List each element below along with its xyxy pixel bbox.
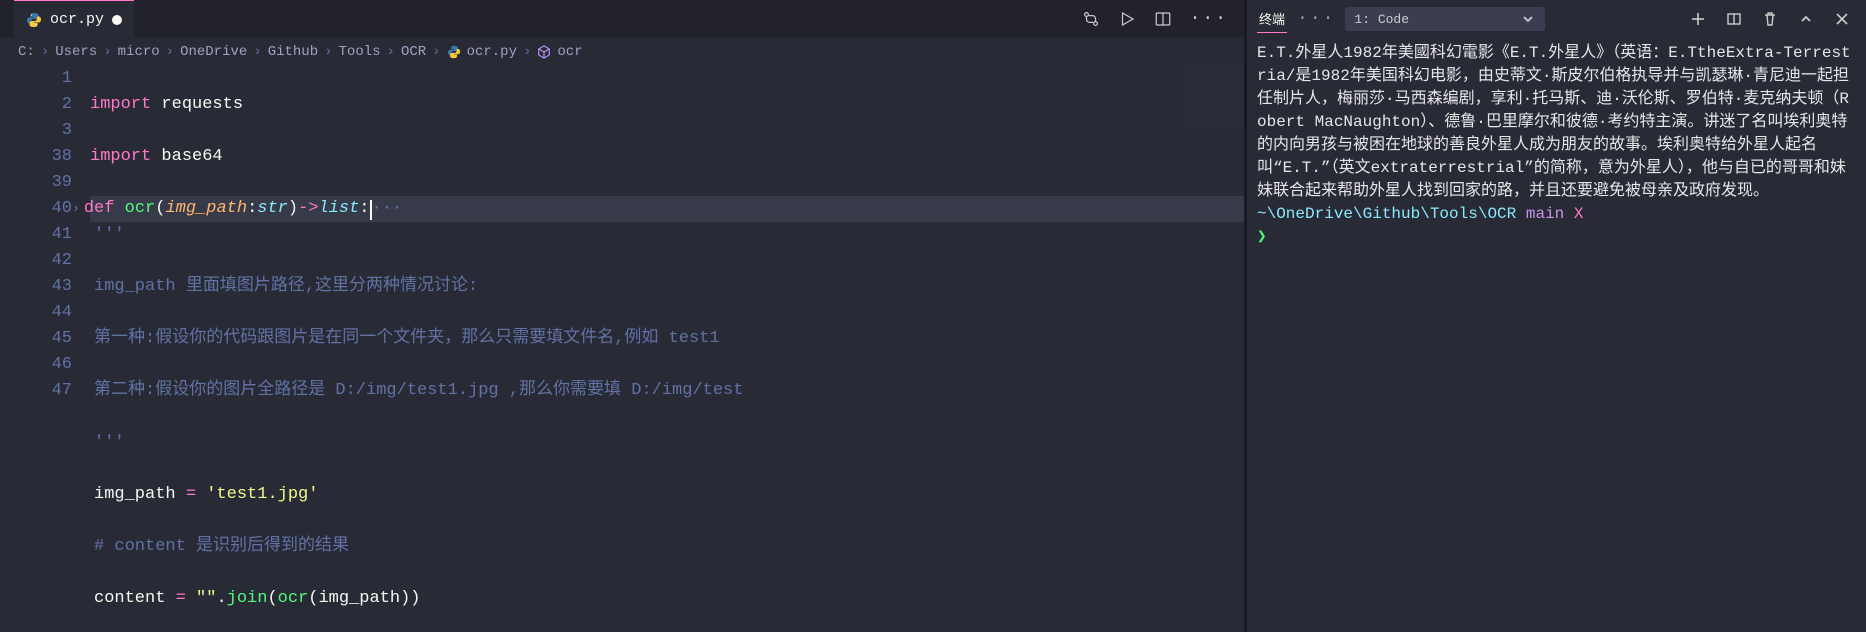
split-editor-icon[interactable]	[1154, 10, 1172, 28]
breadcrumb-part[interactable]: Users	[55, 44, 97, 60]
breadcrumb-file[interactable]: ocr.py	[467, 44, 517, 60]
panel-more-icon[interactable]: ···	[1297, 9, 1335, 29]
chevron-up-icon[interactable]	[1798, 11, 1814, 27]
python-icon	[26, 12, 42, 28]
terminal-output: E.T.外星人1982年美國科幻電影《E.T.外星人》（英语：E.TtheExt…	[1257, 42, 1854, 203]
terminal-select-label: 1: Code	[1354, 12, 1409, 27]
breadcrumb[interactable]: C:› Users› micro› OneDrive› Github› Tool…	[0, 38, 1244, 66]
editor-tabbar: ocr.py ···	[0, 0, 1244, 38]
tab-filename: ocr.py	[50, 11, 104, 28]
chevron-down-icon	[1520, 11, 1536, 27]
line-gutter: 1 2 3 38 39 40 41 42 43 44 45 46 47	[0, 66, 90, 632]
trash-icon[interactable]	[1762, 11, 1778, 27]
fold-icon[interactable]: ›	[72, 201, 80, 216]
close-icon[interactable]	[1834, 11, 1850, 27]
tab-ocr-py[interactable]: ocr.py	[14, 0, 134, 38]
breadcrumb-part[interactable]: Github	[268, 44, 318, 60]
terminal-prompt-line: ~\OneDrive\Github\Tools\OCR main X	[1257, 203, 1854, 226]
breadcrumb-part[interactable]: micro	[118, 44, 160, 60]
terminal-prompt: ❯	[1257, 228, 1267, 246]
editor[interactable]: 1 2 3 38 39 40 41 42 43 44 45 46 47 impo…	[0, 66, 1244, 632]
code-content[interactable]: import requests import base64 ›def ocr(i…	[90, 66, 1244, 632]
breadcrumb-part[interactable]: OneDrive	[180, 44, 247, 60]
terminal[interactable]: E.T.外星人1982年美國科幻電影《E.T.外星人》（英语：E.TtheExt…	[1247, 38, 1866, 632]
symbol-method-icon	[537, 45, 551, 59]
more-actions-icon[interactable]: ···	[1190, 9, 1228, 29]
breadcrumb-symbol[interactable]: ocr	[557, 44, 582, 60]
panel-tab-terminal[interactable]: 终端	[1257, 5, 1287, 33]
source-control-compare-icon[interactable]	[1082, 10, 1100, 28]
panel-header: 终端 ··· 1: Code	[1247, 0, 1866, 38]
breadcrumb-part[interactable]: Tools	[339, 44, 381, 60]
run-icon[interactable]	[1118, 10, 1136, 28]
dirty-indicator-icon	[112, 15, 122, 25]
terminal-select[interactable]: 1: Code	[1345, 7, 1545, 31]
split-terminal-icon[interactable]	[1726, 11, 1742, 27]
breadcrumb-part[interactable]: OCR	[401, 44, 426, 60]
breadcrumb-part[interactable]: C:	[18, 44, 35, 60]
python-icon	[447, 45, 461, 59]
new-terminal-icon[interactable]	[1690, 11, 1706, 27]
